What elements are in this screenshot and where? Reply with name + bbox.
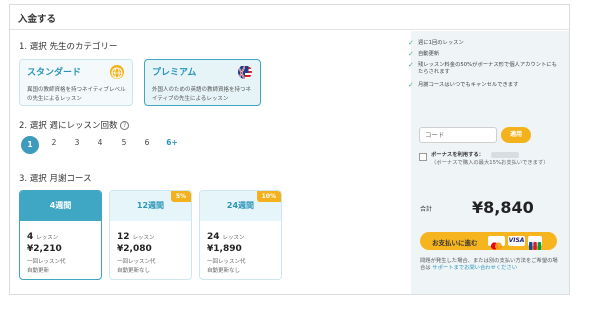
discount-badge: 5% — [170, 191, 191, 202]
course-price: ¥2,080 — [117, 244, 152, 254]
frequency-option-2[interactable]: 2 — [47, 138, 61, 147]
course-note: 一回レッスン代 — [27, 259, 66, 265]
course-price: ¥1,890 — [207, 244, 242, 254]
promo-code-input[interactable] — [419, 127, 497, 143]
check-icon: ✓ — [408, 61, 414, 69]
course-lessons: 4 レッスン — [27, 232, 59, 242]
frequency-option-5[interactable]: 5 — [117, 138, 131, 147]
course-label: 4週間 — [20, 191, 101, 221]
check-icon: ✓ — [408, 39, 414, 47]
feature-item: 週に1回のレッスン — [418, 40, 464, 46]
course-card-12w[interactable]: 12週間 5% 12 レッスン ¥2,080 一回レッスン代 自動更新なし — [109, 190, 192, 280]
uk-us-flag-icon — [238, 65, 252, 79]
bonus-checkbox[interactable] — [419, 153, 427, 161]
total-value: ¥8,840 — [472, 198, 534, 217]
frequency-title-text: 2. 選択 週にレッスン回数 — [19, 121, 118, 131]
apply-code-button[interactable]: 適用 — [501, 127, 531, 143]
visa-icon: VISA — [508, 236, 525, 246]
globe-icon — [110, 65, 124, 79]
page-header: 入金する — [10, 5, 569, 30]
category-standard-card[interactable]: スタンダード 異国の教師資格を持つネイティブレベルの先生によるレッスン — [19, 59, 133, 106]
total-label: 合計 — [420, 206, 433, 213]
question-circle-icon[interactable]: ? — [120, 121, 130, 130]
course-price: ¥2,210 — [27, 244, 62, 254]
support-note: 問題が発生した場合、または別の支払い方法をご希望の場合は サポートまでお問い合わ… — [420, 258, 558, 271]
discount-badge: 10% — [256, 191, 281, 202]
course-lessons: 12 レッスン — [117, 232, 155, 242]
proceed-to-payment-button[interactable]: お支払いに進む VISA — [420, 232, 557, 250]
course-renew: 自動更新なし — [117, 268, 151, 274]
course-card-4w[interactable]: 4週間 4 レッスン ¥2,210 一回レッスン代 自動更新 — [19, 190, 102, 280]
standard-desc: 異国の教師資格を持つネイティブレベルの先生によるレッスン — [27, 87, 126, 102]
section-category-title: 1. 選択 先生のカテゴリー — [19, 42, 118, 52]
page-title: 入金する — [18, 14, 57, 25]
bonus-label: ボーナスを利用する： — [431, 152, 484, 158]
course-renew: 自動更新 — [27, 268, 50, 274]
check-icon: ✓ — [408, 81, 414, 89]
section-frequency-title: 2. 選択 週にレッスン回数 ? — [19, 119, 130, 131]
course-renew: 自動更新なし — [207, 268, 241, 274]
jcb-icon — [528, 236, 542, 250]
frequency-option-6[interactable]: 6 — [140, 138, 154, 147]
bonus-amount-redacted — [491, 152, 519, 158]
course-note: 一回レッスン代 — [207, 259, 246, 265]
premium-label: プレミアム — [152, 68, 197, 78]
bonus-note: （ボーナスで購入の最大15%お支払いできます） — [431, 160, 549, 166]
category-premium-card[interactable]: プレミアム 外国人のための英語の教師資格を持つネイティブの先生によるレッスン — [144, 59, 261, 106]
section-course-title: 3. 選択 月謝コース — [19, 174, 92, 184]
support-link[interactable]: サポートまでお問い合わせください — [432, 265, 517, 271]
standard-label: スタンダード — [27, 68, 82, 78]
feature-item: 月謝コースはいつでもキャンセルできます — [418, 82, 519, 88]
course-note: 一回レッスン代 — [117, 259, 156, 265]
pay-label: お支払いに進む — [432, 239, 478, 247]
feature-item: 自動更新 — [418, 51, 440, 57]
frequency-option-6plus[interactable]: 6+ — [163, 138, 181, 147]
course-lessons: 24 レッスン — [207, 232, 245, 242]
frequency-option-4[interactable]: 4 — [93, 138, 107, 147]
frequency-option-3[interactable]: 3 — [70, 138, 84, 147]
course-card-24w[interactable]: 24週間 10% 24 レッスン ¥1,890 一回レッスン代 自動更新なし — [199, 190, 282, 280]
check-icon: ✓ — [408, 50, 414, 58]
mastercard-icon — [488, 236, 505, 250]
premium-desc: 外国人のための英語の教師資格を持つネイティブの先生によるレッスン — [152, 87, 252, 102]
feature-item: 残レッスン料金の50%がボーナス形で個人アカウントにもたらされます — [418, 62, 557, 75]
frequency-option-1[interactable]: 1 — [21, 136, 39, 154]
